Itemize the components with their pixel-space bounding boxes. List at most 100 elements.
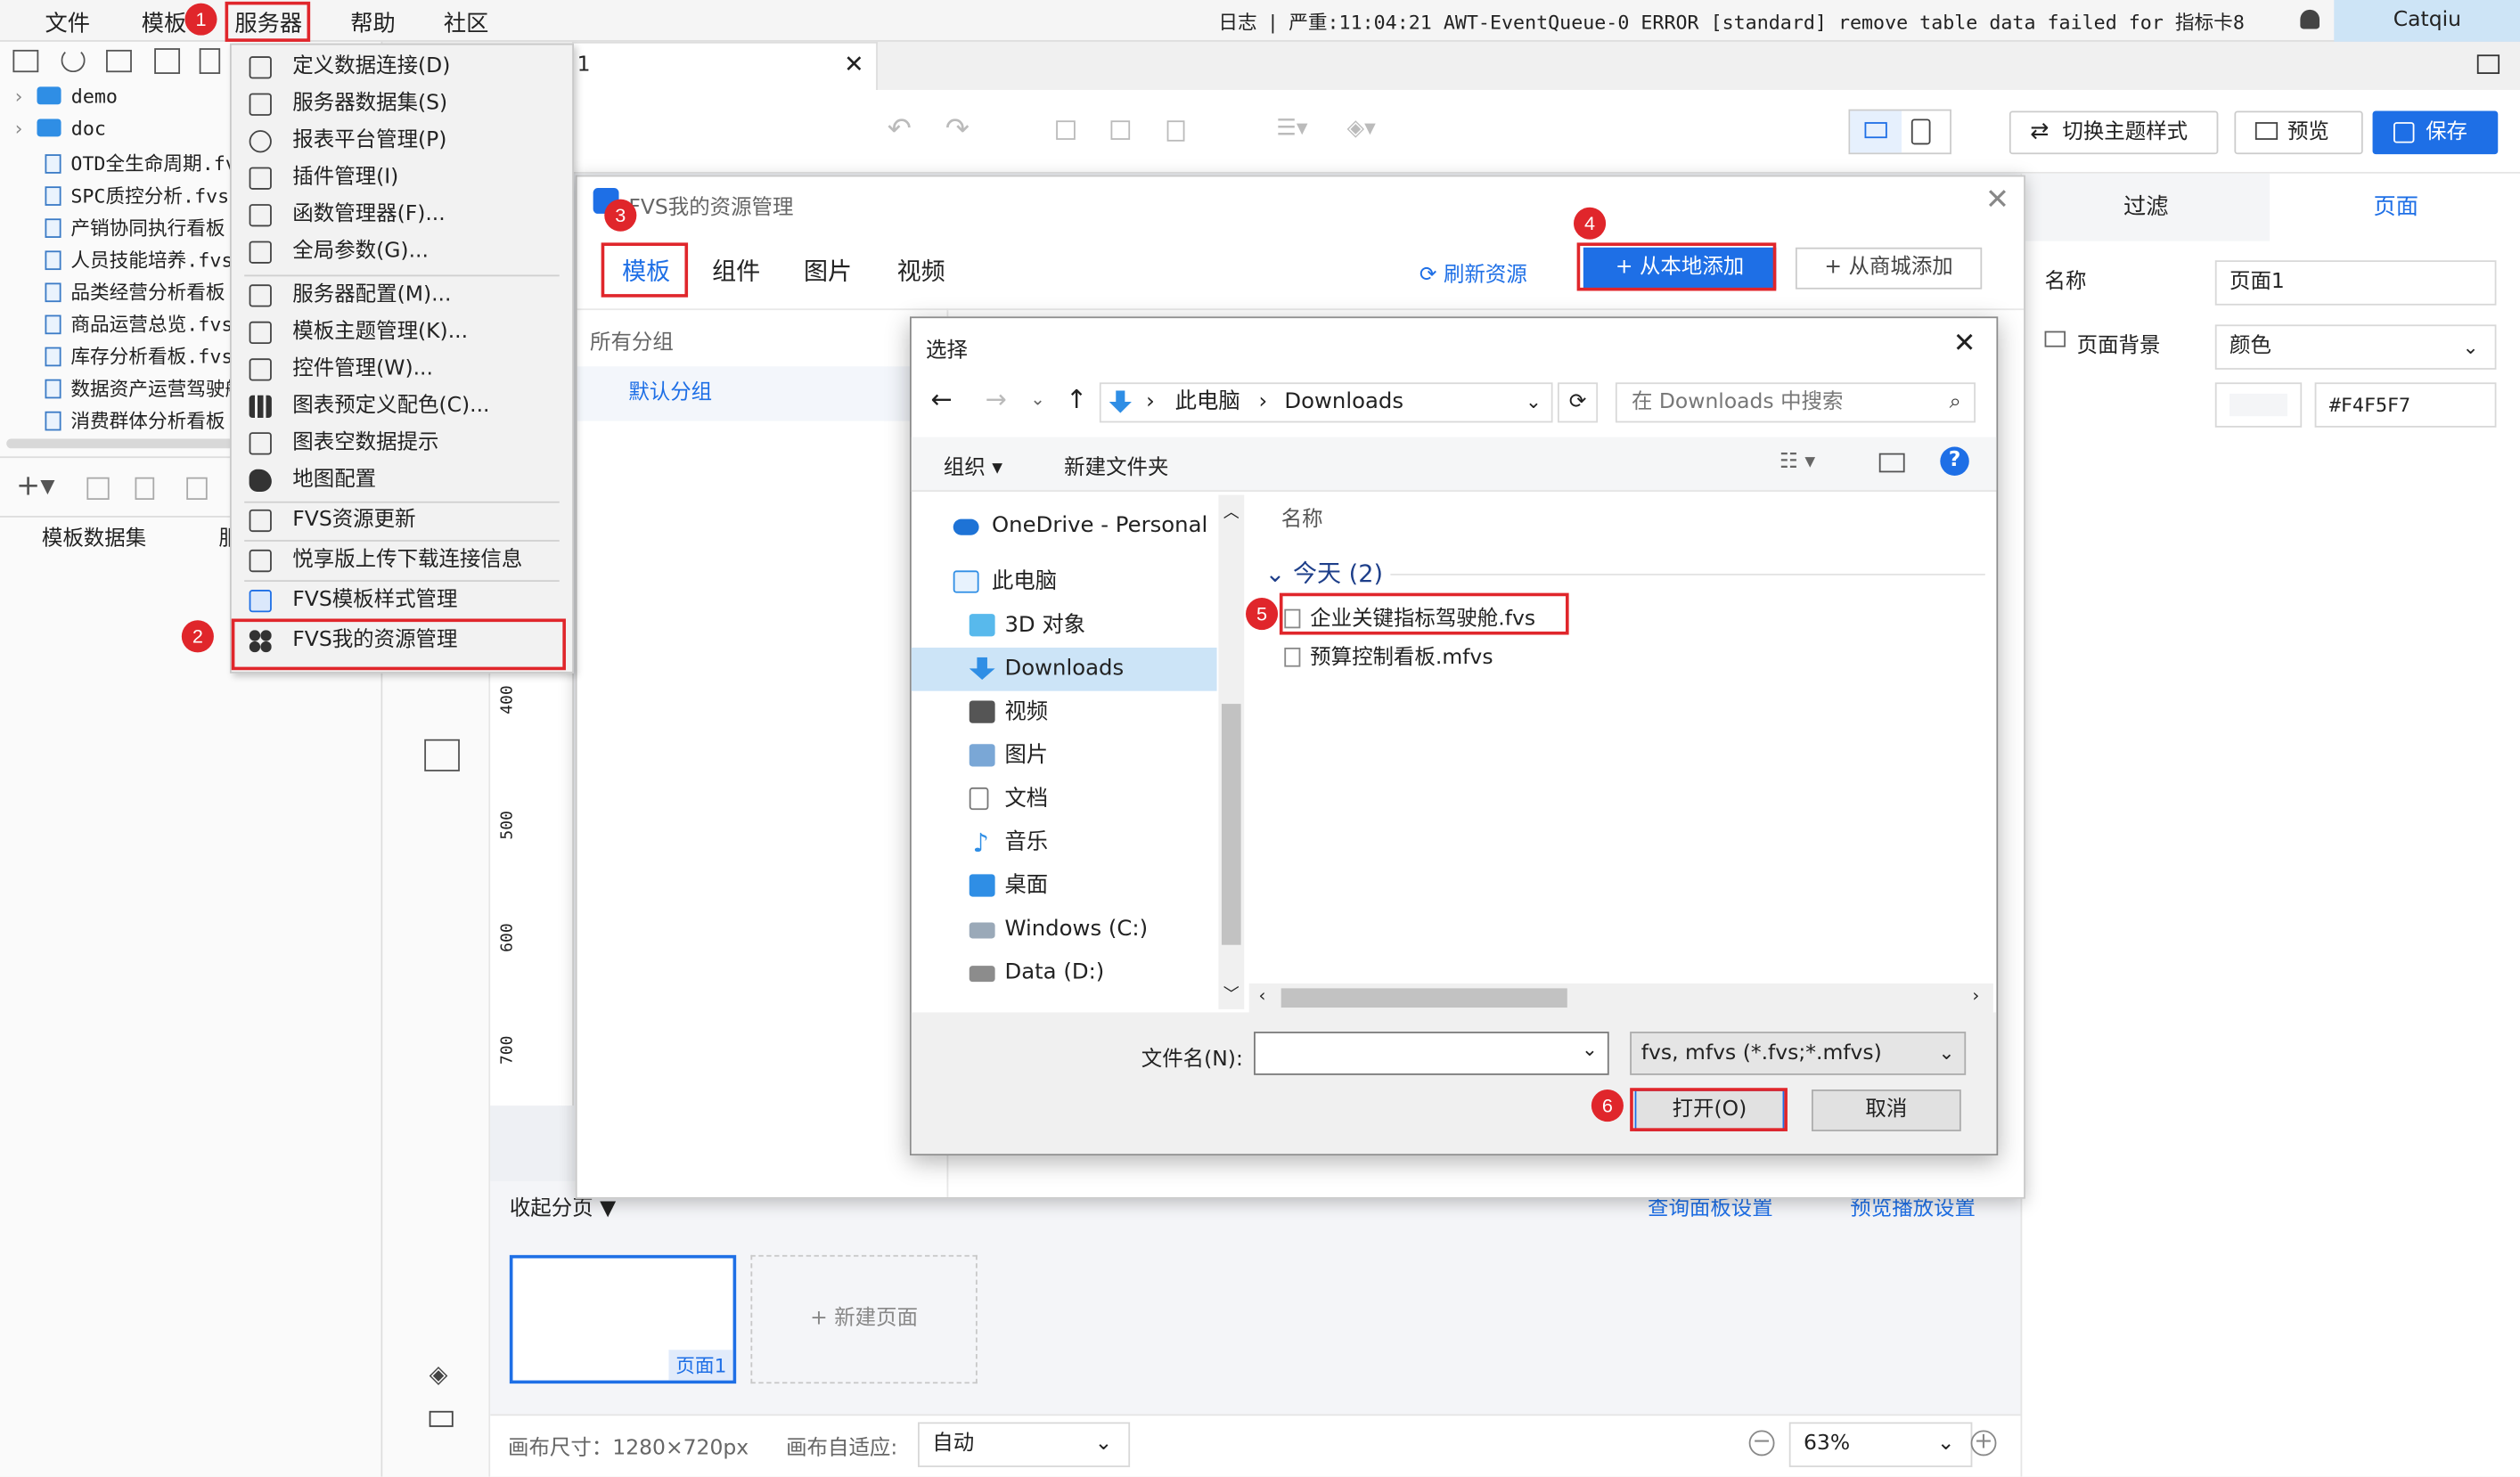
tree-file[interactable]: 产销协同执行看板: [0, 214, 241, 246]
chevron-right-icon[interactable]: ›: [1972, 985, 1979, 1006]
menu-item-plugin-management[interactable]: 插件管理(I): [232, 159, 572, 196]
chevron-down-icon[interactable]: ⌄: [1526, 384, 1542, 420]
zoom-in-icon[interactable]: +: [1970, 1430, 1997, 1457]
desktop-icon[interactable]: [1850, 110, 1902, 153]
new-template-icon[interactable]: [12, 49, 39, 73]
nav-drive-c[interactable]: Windows (C:): [912, 908, 1217, 951]
undo-icon[interactable]: ↶: [888, 112, 912, 146]
cancel-button[interactable]: 取消: [1811, 1089, 1961, 1131]
user-name[interactable]: Catqiu: [2334, 0, 2520, 42]
refresh-icon[interactable]: ⟳: [1557, 382, 1599, 423]
menu-item-theme-management[interactable]: 模板主题管理(K)...: [232, 314, 572, 350]
breadcrumb-this-pc[interactable]: 此电脑: [1175, 384, 1240, 420]
add-dataset-icon[interactable]: +▾: [16, 469, 55, 503]
tab-component[interactable]: 组件: [712, 254, 760, 288]
nav-scrollbar[interactable]: ︿ ﹀: [1218, 494, 1245, 1009]
nav-desktop[interactable]: 桌面: [912, 864, 1217, 908]
nav-onedrive[interactable]: OneDrive - Personal: [912, 504, 1217, 548]
close-tab-icon[interactable]: ✕: [844, 50, 864, 78]
delete-dataset-icon[interactable]: [135, 477, 155, 501]
scrollbar-thumb[interactable]: [1221, 704, 1241, 945]
tree-folder[interactable]: › demo: [0, 86, 241, 118]
menu-template[interactable]: 模板: [142, 6, 187, 38]
nav-documents[interactable]: 文档: [912, 778, 1217, 821]
zoom-select[interactable]: 63% ⌄: [1788, 1422, 1973, 1467]
menu-item-function-manager[interactable]: 函数管理器(F)...: [232, 196, 572, 233]
preview-pane-icon[interactable]: [1878, 453, 1905, 473]
nav-3d-objects[interactable]: 3D 对象: [912, 604, 1217, 648]
chevron-left-icon[interactable]: ‹: [1258, 985, 1265, 1006]
keyboard-icon[interactable]: [429, 1410, 454, 1427]
tree-file[interactable]: 品类经营分析看板: [0, 278, 241, 310]
new-page-button[interactable]: + 新建页面: [750, 1254, 978, 1384]
view-options-icon[interactable]: ☷ ▾: [1780, 450, 1815, 474]
close-icon[interactable]: ✕: [1985, 184, 2009, 217]
switch-theme-button[interactable]: ⇄ 切换主题样式: [2009, 110, 2219, 155]
color-swatch[interactable]: [2214, 382, 2303, 428]
new-folder-button[interactable]: 新建文件夹: [1064, 450, 1168, 480]
menu-item-fvs-style[interactable]: FVS模板样式管理: [232, 582, 572, 618]
align-icon[interactable]: ☰▾: [1276, 116, 1307, 142]
layers-icon[interactable]: ◈: [430, 1359, 448, 1388]
tablet-icon[interactable]: [1910, 118, 1931, 145]
chevron-down-icon[interactable]: ﹀: [1223, 980, 1240, 1005]
page-name-field[interactable]: 页面1: [2214, 260, 2497, 306]
tree-file[interactable]: 消费群体分析看板: [0, 406, 241, 438]
menu-item-chart-colors[interactable]: 图表预定义配色(C)...: [232, 388, 572, 424]
forward-icon[interactable]: →: [986, 384, 1007, 414]
page-thumbnail[interactable]: 页面1: [509, 1254, 737, 1384]
tree-file[interactable]: 商品运营总览.fvs: [0, 310, 241, 342]
scrollbar-thumb[interactable]: [1280, 988, 1567, 1008]
menu-community[interactable]: 社区: [444, 6, 489, 38]
redo-icon[interactable]: ↷: [945, 112, 970, 146]
preview-dataset-icon[interactable]: [186, 477, 208, 501]
copy-icon[interactable]: [1056, 120, 1076, 140]
tree-file[interactable]: 人员技能培养.fvs: [0, 246, 241, 278]
menu-item-global-params[interactable]: 全局参数(G)...: [232, 233, 572, 270]
edit-icon[interactable]: [106, 49, 132, 73]
delete-component-icon[interactable]: [1166, 120, 1185, 142]
nav-pictures[interactable]: 图片: [912, 734, 1217, 778]
organize-button[interactable]: 组织 ▾: [944, 450, 1002, 480]
menu-item-empty-data-hint[interactable]: 图表空数据提示: [232, 424, 572, 461]
chevron-up-icon[interactable]: ︿: [1223, 498, 1240, 522]
menu-item-platform-management[interactable]: 报表平台管理(P): [232, 122, 572, 159]
refresh-icon[interactable]: [61, 48, 86, 73]
nav-music[interactable]: ♪ 音乐: [912, 821, 1217, 865]
tree-file[interactable]: 库存分析看板.fvs: [0, 342, 241, 374]
file-type-select[interactable]: fvs, mfvs (*.fvs;*.mfvs) ⌄: [1630, 1032, 1967, 1075]
menu-item-server-config[interactable]: 服务器配置(M)...: [232, 276, 572, 313]
tab-page[interactable]: 页面: [2270, 174, 2520, 241]
filename-input[interactable]: ⌄: [1254, 1032, 1609, 1075]
window-menu-icon[interactable]: [2476, 54, 2500, 74]
tree-scrollbar[interactable]: [6, 438, 241, 449]
menu-item-map-config[interactable]: 地图配置: [232, 461, 572, 498]
close-icon[interactable]: ✕: [1953, 328, 1976, 360]
menu-item-fvs-update[interactable]: FVS资源更新: [232, 502, 572, 538]
nav-this-pc[interactable]: 此电脑: [912, 561, 1217, 605]
group-header-today[interactable]: ⌄ 今天 (2): [1265, 556, 1383, 590]
column-header-name[interactable]: 名称: [1281, 502, 1323, 532]
settings-icon[interactable]: [154, 48, 181, 74]
bell-icon[interactable]: [2300, 9, 2320, 29]
bg-type-select[interactable]: 颜色 ⌄: [2214, 324, 2497, 370]
layer-icon[interactable]: ◈▾: [1347, 116, 1376, 142]
preview-button[interactable]: 预览: [2234, 110, 2363, 155]
log-bar[interactable]: 日志 | 严重:11:04:21 AWT-EventQueue-0 ERROR …: [1218, 8, 2245, 36]
search-input[interactable]: 在 Downloads 中搜索 ⌕: [1615, 382, 1976, 423]
nav-downloads[interactable]: Downloads: [911, 647, 1217, 691]
tab-template-dataset[interactable]: 模板数据集: [42, 520, 146, 551]
horizontal-scrollbar[interactable]: ‹ ›: [1248, 983, 1993, 1013]
tree-file[interactable]: SPC质控分析.fvs: [0, 182, 241, 214]
back-icon[interactable]: ←: [930, 384, 952, 414]
tab-filter[interactable]: 过滤: [2022, 173, 2270, 241]
delete-icon[interactable]: [199, 48, 221, 74]
file-item[interactable]: 预算控制看板.mfvs: [1284, 640, 1493, 670]
save-button[interactable]: 保存: [2372, 110, 2499, 155]
menu-help[interactable]: 帮助: [350, 6, 396, 38]
menu-file[interactable]: 文件: [45, 6, 91, 38]
help-icon[interactable]: ?: [1940, 446, 1969, 476]
tab-image[interactable]: 图片: [804, 254, 852, 288]
editor-tab[interactable]: 1 ✕: [572, 41, 878, 91]
breadcrumb-downloads[interactable]: Downloads: [1284, 384, 1403, 420]
